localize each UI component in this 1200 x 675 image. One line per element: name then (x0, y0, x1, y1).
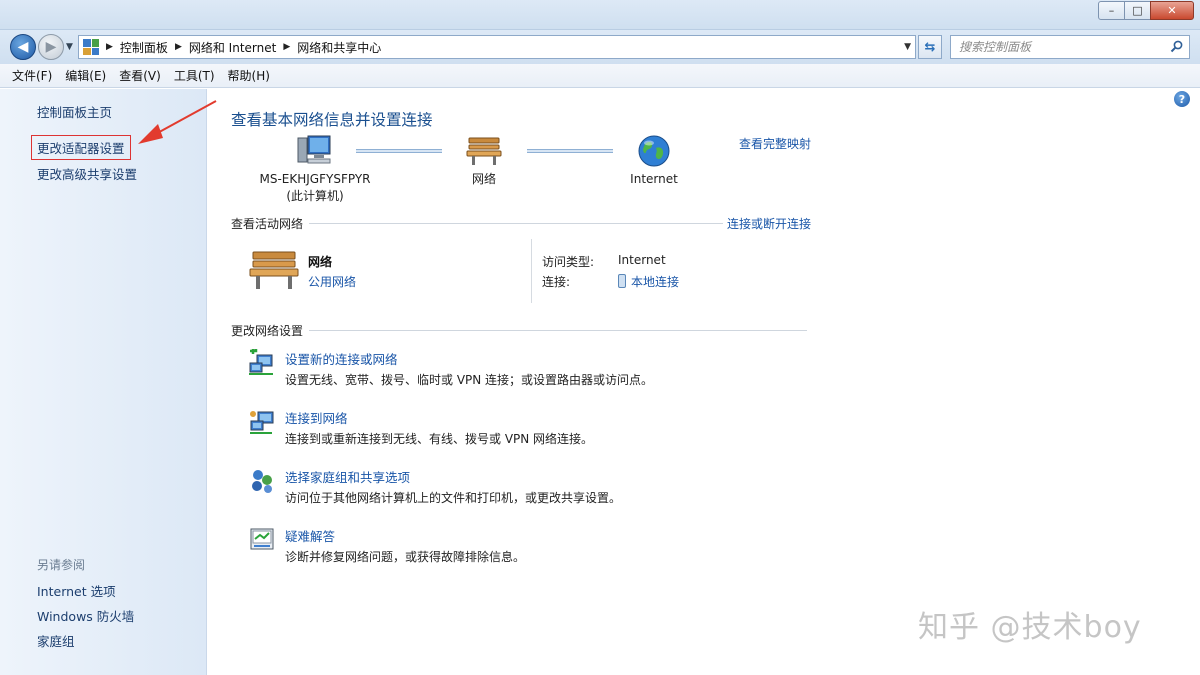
watermark: 知乎 @技术boy (918, 610, 1142, 645)
change-settings-header: 更改网络设置 (231, 322, 811, 339)
breadcrumb-control-panel[interactable]: 控制面板 (120, 39, 168, 56)
troubleshoot-icon (250, 528, 274, 550)
help-icon[interactable]: ? (1174, 91, 1190, 107)
task-link-connect-network[interactable]: 连接到网络 (285, 408, 348, 427)
vertical-divider (531, 239, 532, 303)
active-network-panel: 网络 公用网络 访问类型: Internet 连接: 本地连接 (248, 239, 808, 305)
sidebar-link-homegroup[interactable]: 家庭组 (37, 631, 75, 650)
task-desc-troubleshoot: 诊断并修复网络问题，或获得故障排除信息。 (285, 550, 526, 564)
sidebar: 控制面板主页 更改适配器设置 更改高级共享设置 另请参阅 Internet 选项… (0, 89, 207, 675)
menu-tools[interactable]: 工具(T) (174, 67, 215, 84)
address-dropdown-icon[interactable]: ▼ (904, 42, 911, 52)
plug-icon (618, 274, 626, 288)
breadcrumb-network-internet[interactable]: 网络和 Internet (189, 39, 276, 56)
window-controls: – □ ✕ (1098, 1, 1194, 20)
connect-network-icon (250, 411, 274, 434)
sidebar-link-internet-options[interactable]: Internet 选项 (37, 581, 116, 600)
section-divider (309, 330, 807, 331)
sidebar-link-windows-firewall[interactable]: Windows 防火墙 (37, 606, 134, 625)
task-desc-homegroup: 访问位于其他网络计算机上的文件和打印机，或更改共享设置。 (285, 491, 622, 505)
breadcrumb-network-sharing-center[interactable]: 网络和共享中心 (297, 39, 381, 56)
task-link-new-connection[interactable]: 设置新的连接或网络 (285, 349, 398, 368)
globe-icon (638, 135, 670, 167)
network-label: 网络 (471, 172, 496, 186)
map-node-network[interactable]: 网络 (419, 131, 549, 188)
computer-name-label: MS-EKHJGFYSFPYR (259, 172, 371, 186)
sidebar-link-change-adapter-settings[interactable]: 更改适配器设置 (31, 135, 131, 160)
homegroup-icon (252, 470, 272, 493)
address-bar[interactable]: ▶ 控制面板 ▶ 网络和 Internet ▶ 网络和共享中心 ▼ (78, 35, 916, 59)
local-connection-link[interactable]: 本地连接 (618, 273, 679, 290)
change-settings-title: 更改网络设置 (231, 324, 304, 338)
search-input[interactable] (959, 40, 1159, 54)
menu-view[interactable]: 查看(V) (119, 67, 161, 84)
back-button[interactable]: ◀ (10, 34, 36, 60)
bench-icon (466, 137, 502, 165)
computer-icon (297, 135, 331, 164)
task-desc-new-connection: 设置无线、宽带、拨号、临时或 VPN 连接；或设置路由器或访问点。 (285, 373, 654, 387)
access-type-label: 访问类型: (542, 255, 595, 269)
active-networks-header: 查看活动网络 连接或断开连接 (231, 215, 811, 232)
network-type-link[interactable]: 公用网络 (308, 273, 356, 290)
forward-button[interactable]: ▶ (38, 34, 64, 60)
back-arrow-icon: ◀ (17, 39, 29, 55)
bench-icon (249, 251, 299, 289)
section-divider (309, 223, 723, 224)
view-full-map-link[interactable]: 查看完整映射 (739, 135, 811, 152)
menu-edit[interactable]: 编辑(E) (65, 67, 106, 84)
internet-label: Internet (630, 172, 678, 186)
maximize-button[interactable]: □ (1124, 1, 1151, 20)
map-node-internet: Internet (589, 131, 719, 188)
minimize-button[interactable]: – (1098, 1, 1125, 20)
breadcrumb-separator[interactable]: ▶ (106, 42, 113, 52)
see-also-heading: 另请参阅 (37, 558, 86, 572)
menu-file[interactable]: 文件(F) (12, 67, 52, 84)
connection-label: 连接: (542, 275, 571, 289)
local-connection-text: 本地连接 (631, 275, 680, 289)
breadcrumb-separator[interactable]: ▶ (175, 42, 182, 52)
connection-row: 连接: 本地连接 (542, 273, 679, 290)
map-node-computer: MS-EKHJGFYSFPYR (此计算机) (250, 131, 380, 205)
search-box[interactable] (950, 35, 1190, 59)
active-network-name: 网络 (308, 255, 333, 269)
sidebar-link-control-panel-home[interactable]: 控制面板主页 (37, 102, 112, 121)
navigation-bar: ◀ ▶ ▼ ▶ 控制面板 ▶ 网络和 Internet ▶ 网络和共享中心 ▼ … (0, 30, 1200, 64)
control-panel-icon (83, 39, 99, 55)
access-type-value: Internet (618, 253, 666, 267)
task-desc-connect-network: 连接到或重新连接到无线、有线、拨号或 VPN 网络连接。 (285, 432, 594, 446)
task-link-troubleshoot[interactable]: 疑难解答 (285, 526, 335, 545)
title-bar: – □ ✕ (0, 0, 1200, 30)
menu-help[interactable]: 帮助(H) (228, 67, 270, 84)
search-icon[interactable] (1170, 40, 1183, 53)
forward-arrow-icon: ▶ (45, 39, 57, 55)
main-content: ? 查看基本网络信息并设置连接 查看完整映射 MS-EKHJGFYSFPYR (… (208, 89, 1200, 675)
refresh-button[interactable]: ⇆ (918, 35, 942, 59)
computer-sub-label: (此计算机) (286, 189, 344, 203)
page-title: 查看基本网络信息并设置连接 (231, 111, 433, 129)
sidebar-link-change-advanced-sharing[interactable]: 更改高级共享设置 (37, 164, 137, 183)
task-link-homegroup[interactable]: 选择家庭组和共享选项 (285, 467, 410, 486)
access-type-row: 访问类型: Internet (542, 253, 666, 270)
connect-disconnect-link[interactable]: 连接或断开连接 (727, 215, 811, 232)
refresh-icon: ⇆ (924, 39, 936, 55)
menu-bar: 文件(F) 编辑(E) 查看(V) 工具(T) 帮助(H) (0, 64, 1200, 88)
active-networks-title: 查看活动网络 (231, 217, 304, 231)
close-button[interactable]: ✕ (1150, 1, 1194, 20)
breadcrumb-separator[interactable]: ▶ (283, 42, 290, 52)
new-connection-icon (249, 349, 273, 375)
recent-pages-dropdown[interactable]: ▼ (66, 42, 73, 52)
